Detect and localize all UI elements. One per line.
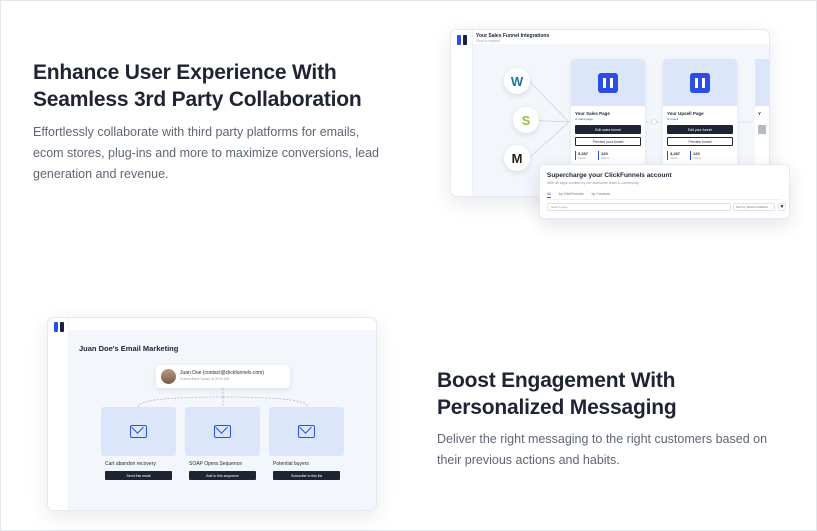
section1-heading: Enhance User Experience With Seamless 3r… [33, 59, 362, 113]
sequence-card-thumbnail [185, 407, 260, 456]
stat-views: 3,287 Views [667, 151, 680, 160]
sort-select[interactable]: Sort by: Recent Addition [733, 203, 775, 211]
tab-all[interactable]: All [547, 192, 551, 198]
contact-name: Juan Doe (contact@clickfunnels.com) [180, 370, 264, 376]
add-to-sequence-button[interactable]: Add to this sequence [189, 471, 256, 480]
sales-page-thumbnail [571, 59, 645, 106]
section2-heading: Boost Engagement With Personalized Messa… [437, 367, 677, 421]
section2-heading-line2: Personalized Messaging [437, 396, 677, 419]
email-card-label: Cart abandon recovery [105, 461, 156, 467]
shopify-icon[interactable]: S [513, 107, 539, 133]
filter-icon[interactable]: ▼ [778, 203, 786, 211]
upsell-page-name: Your Upsell Page [667, 111, 704, 116]
send-email-button[interactable]: Send this email [105, 471, 172, 480]
third-page-button-partial [758, 125, 766, 134]
sales-page-link[interactable]: cf-sales-page [575, 117, 593, 121]
upsell-page-link[interactable]: cf-upsell [667, 117, 678, 121]
upsell-page-stats: 3,287 Views 120 Optins [667, 151, 701, 160]
avatar [161, 369, 176, 384]
mailchimp-icon[interactable]: M [504, 145, 530, 171]
list-card-thumbnail [269, 407, 344, 456]
list-action-card[interactable]: Potential buyers Subscribe to this list [269, 407, 344, 483]
section2-paragraph: Deliver the right messaging to the right… [437, 429, 767, 471]
section1-paragraph-line2: ecom stores, plug-ins and more to maximi… [33, 146, 379, 160]
stat-views: 3,287 Views [575, 151, 588, 160]
sales-page-stats: 3,287 Views 120 Optins [575, 151, 609, 160]
email-card-thumbnail [101, 407, 176, 456]
wordpress-glyph: W [510, 73, 524, 89]
email-action-card[interactable]: Cart abandon recovery Send this email [101, 407, 176, 483]
contact-card[interactable]: Juan Doe (contact@clickfunnels.com) Subs… [156, 365, 290, 388]
app-marketplace-popover: Supercharge your ClickFunnels account Wi… [539, 164, 790, 219]
section1-heading-line1: Enhance User Experience With [33, 61, 337, 84]
subscribe-list-button[interactable]: Subscribe to this list [273, 471, 340, 480]
shopify-glyph: S [521, 112, 531, 128]
stat-optins: 120 Optins [690, 151, 701, 160]
third-page-thumbnail [755, 59, 769, 106]
popover-title: Supercharge your ClickFunnels account [547, 172, 672, 179]
section1-paragraph-line1: Effortlessly collaborate with third part… [33, 125, 360, 139]
mail-icon [298, 425, 315, 438]
section2-paragraph-line1: Deliver the right messaging to the right… [437, 432, 768, 446]
sequence-action-card[interactable]: SOAP Opera Sequence Add to this sequence [185, 407, 260, 483]
mailchimp-glyph: M [511, 150, 523, 166]
section1-paragraph: Effortlessly collaborate with third part… [33, 122, 379, 185]
contact-status: Subscribed Today at 8:00 AM [180, 377, 230, 381]
popover-subtitle: With all apps created by our awesome tea… [547, 181, 639, 185]
mail-icon [130, 425, 147, 438]
edit-funnel-button[interactable]: Edit sales funnel [575, 125, 641, 134]
tab-divider [547, 199, 782, 200]
section2-paragraph-line2: their previous actions and habits. [437, 453, 620, 467]
sales-page-name: Your Sales Page [575, 111, 610, 116]
search-apps-input[interactable]: Search apps [547, 203, 731, 211]
mail-icon [214, 425, 231, 438]
tab-by-clickfunnels[interactable]: by ClickFunnels [559, 192, 584, 198]
stat-optins: 120 Optins [598, 151, 609, 160]
preview-upsell-button[interactable]: Preview funnel [667, 137, 733, 146]
tab-by-creators[interactable]: by Creators [592, 192, 610, 198]
section2-heading-line1: Boost Engagement With [437, 369, 676, 392]
edit-upsell-button[interactable]: Edit your funnel [667, 125, 733, 134]
third-page-name-partial: Y [758, 111, 762, 116]
list-card-label: Potential buyers [273, 461, 309, 467]
preview-funnel-button[interactable]: Preview your funnel [575, 137, 641, 146]
email-marketing-mockup: Juan Doe's Email Marketing Juan Doe (con… [47, 317, 377, 511]
upsell-page-thumbnail [663, 59, 737, 106]
popover-tabs: All by ClickFunnels by Creators [547, 192, 610, 198]
section1-paragraph-line3: generation and revenue. [33, 167, 169, 181]
clickfunnels-page-icon [690, 72, 710, 93]
sequence-card-label: SOAP Opera Sequence [189, 461, 242, 467]
wordpress-icon[interactable]: W [504, 68, 530, 94]
clickfunnels-page-icon [598, 72, 618, 93]
section1-heading-line2: Seamless 3rd Party Collaboration [33, 88, 362, 111]
